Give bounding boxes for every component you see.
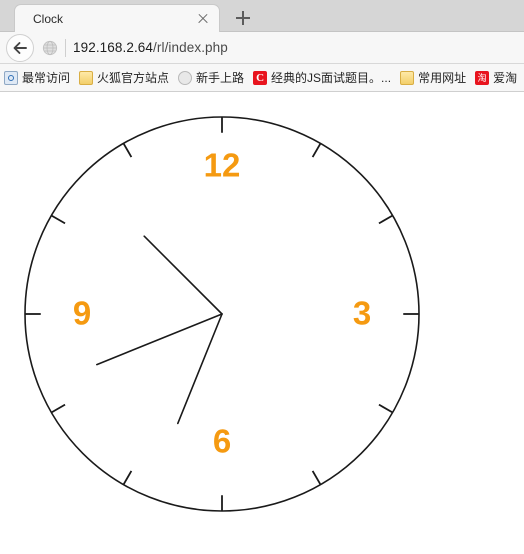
new-tab-button[interactable] (230, 6, 256, 30)
bookmark-most-visited[interactable]: 最常访问 (4, 70, 71, 85)
bookmark-js-interview[interactable]: C 经典的JS面试题目。... (253, 70, 392, 85)
bookmarks-bar: 最常访问 火狐官方站点 新手上路 C 经典的JS面试题目。... 常用网址 淘 … (0, 64, 524, 92)
close-icon[interactable] (193, 9, 213, 29)
red-c-icon: C (253, 70, 268, 85)
bookmark-getting-started[interactable]: 新手上路 (178, 70, 245, 85)
tab-clock[interactable]: Clock (14, 4, 220, 32)
clock-number: 12 (204, 147, 241, 184)
clock-number: 3 (353, 295, 371, 332)
bookmark-aitao[interactable]: 淘 爱淘 (475, 70, 518, 85)
browser-chrome: Clock 192.168.2.64/rl/index.php 最常访问 火狐官… (0, 0, 524, 92)
globe-icon (178, 70, 193, 85)
clock-number: 9 (73, 295, 91, 332)
analog-clock: 12 3 6 9 (24, 116, 420, 512)
clock-number: 6 (213, 423, 231, 460)
url-path: /rl/index.php (153, 39, 228, 55)
url-bar[interactable]: 192.168.2.64/rl/index.php (73, 40, 228, 56)
bookmark-label: 经典的JS面试题目。... (271, 70, 392, 85)
navigation-bar: 192.168.2.64/rl/index.php (0, 32, 524, 64)
bookmark-firefox-site[interactable]: 火狐官方站点 (79, 70, 170, 85)
bookmark-label: 常用网址 (418, 70, 467, 85)
most-visited-icon (4, 70, 18, 85)
taobao-icon: 淘 (475, 70, 490, 85)
tab-title: Clock (33, 11, 64, 26)
bookmark-label: 新手上路 (196, 70, 245, 85)
bookmark-label: 爱淘 (493, 70, 518, 85)
page-content: 12 3 6 9 (0, 95, 524, 554)
url-divider (65, 38, 66, 57)
bookmark-label: 火狐官方站点 (97, 70, 170, 85)
tab-strip: Clock (0, 0, 524, 32)
folder-icon (79, 70, 94, 85)
bookmark-common-sites[interactable]: 常用网址 (400, 70, 467, 85)
url-host: 192.168.2.64 (73, 39, 154, 55)
back-button[interactable] (6, 33, 34, 62)
globe-icon (42, 40, 58, 55)
back-arrow-icon (13, 41, 27, 54)
folder-icon (400, 70, 415, 85)
bookmark-label: 最常访问 (22, 70, 71, 85)
